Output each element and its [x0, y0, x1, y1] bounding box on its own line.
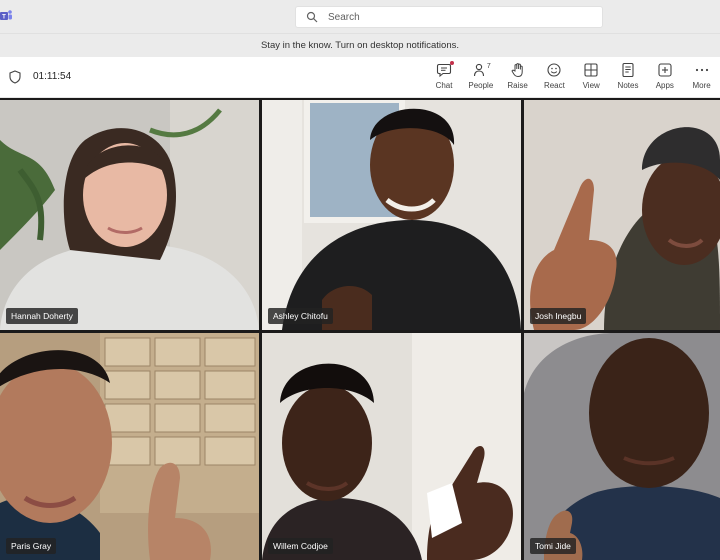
react-label: React: [543, 81, 565, 90]
people-count: 7: [486, 63, 491, 70]
participant-video: [0, 333, 259, 560]
shield-icon[interactable]: [9, 70, 21, 84]
participant-name: Willem Codjoe: [268, 538, 333, 554]
participant-video: [0, 100, 259, 330]
video-grid: Hannah Doherty Ashley Chitofu Josh Inegb…: [0, 98, 720, 560]
view-label: View: [582, 81, 600, 90]
more-icon: [695, 68, 708, 72]
apps-button[interactable]: Apps: [646, 62, 683, 90]
participant-name: Hannah Doherty: [6, 308, 78, 324]
apps-label: Apps: [655, 81, 674, 90]
video-tile[interactable]: Paris Gray: [0, 333, 259, 560]
search-box[interactable]: Search: [295, 6, 603, 28]
participant-name: Josh Inegbu: [530, 308, 587, 324]
participant-video: [262, 100, 521, 330]
meeting-timer: 01:11:54: [33, 71, 72, 82]
notes-icon: [622, 62, 634, 78]
participant-video: [524, 100, 720, 330]
meeting-toolbar: 01:11:54 Chat 7 People Raise React View …: [0, 57, 720, 98]
more-button[interactable]: More: [683, 62, 720, 90]
video-tile[interactable]: Josh Inegbu: [524, 100, 720, 330]
notes-label: Notes: [617, 81, 639, 90]
participant-video: [524, 333, 720, 560]
chat-button[interactable]: Chat: [426, 61, 463, 90]
banner-text[interactable]: Stay in the know. Turn on desktop notifi…: [261, 40, 459, 51]
svg-text:T: T: [2, 15, 6, 21]
participant-name: Paris Gray: [6, 538, 57, 554]
toolbar-actions: Chat 7 People Raise React View Notes App…: [426, 61, 720, 90]
chat-unread-dot: [450, 61, 455, 65]
search-icon: [306, 11, 318, 23]
video-tile[interactable]: Tomi Jide: [524, 333, 720, 560]
view-button[interactable]: View: [573, 62, 610, 90]
video-tile[interactable]: Hannah Doherty: [0, 100, 259, 330]
search-input[interactable]: Search: [328, 12, 360, 23]
react-button[interactable]: React: [536, 62, 573, 90]
participant-name: Ashley Chitofu: [268, 308, 333, 324]
participant-video: [262, 333, 521, 560]
people-button[interactable]: 7 People: [462, 62, 499, 90]
apps-icon: [658, 63, 672, 77]
teams-logo-icon[interactable]: T: [0, 9, 12, 23]
notes-button[interactable]: Notes: [610, 62, 647, 90]
raise-label: Raise: [507, 81, 528, 90]
more-label: More: [692, 81, 711, 90]
raise-hand-icon: [511, 63, 523, 78]
video-tile[interactable]: Ashley Chitofu: [262, 100, 521, 330]
chat-label: Chat: [435, 81, 453, 90]
view-icon: [584, 63, 598, 77]
react-icon: [547, 63, 561, 77]
video-tile[interactable]: Willem Codjoe: [262, 333, 521, 560]
notification-banner[interactable]: Stay in the know. Turn on desktop notifi…: [0, 33, 720, 57]
participant-name: Tomi Jide: [530, 538, 576, 554]
people-label: People: [468, 81, 494, 90]
top-bar: T Search: [0, 0, 720, 33]
raise-hand-button[interactable]: Raise: [499, 62, 536, 90]
